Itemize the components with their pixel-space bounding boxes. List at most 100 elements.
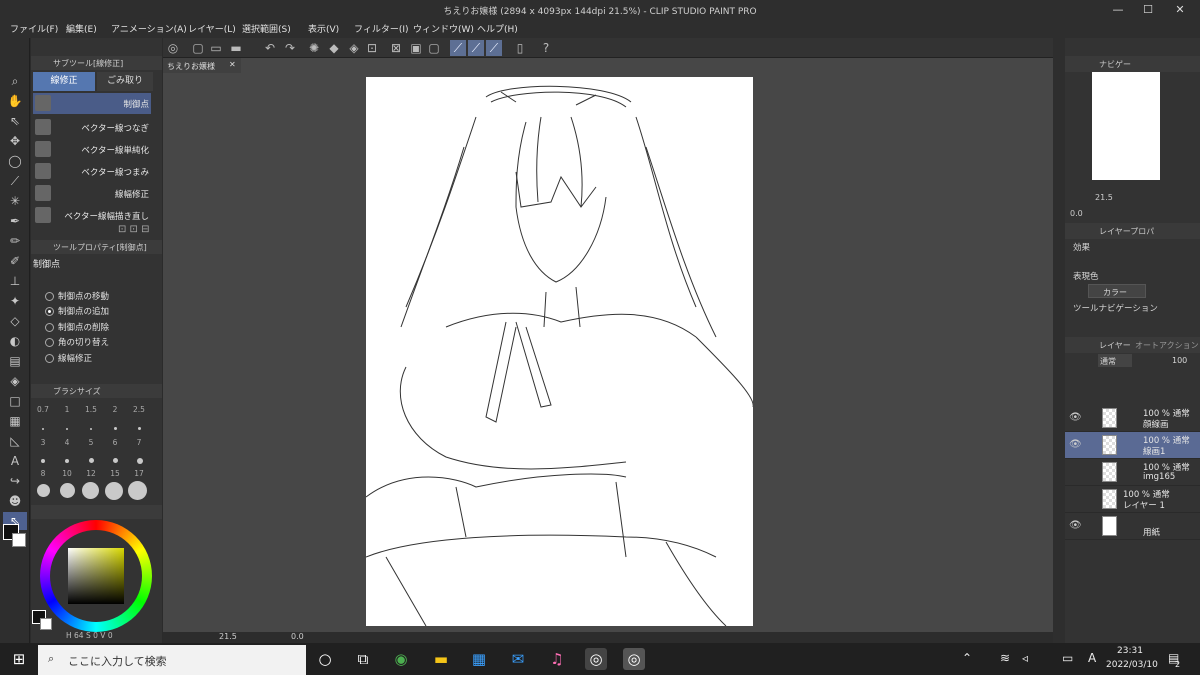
menu-window[interactable]: ウィンドウ(W) [413,22,474,35]
undo-icon[interactable]: ↶ [262,40,278,56]
deselect-icon[interactable]: ⊠ [388,40,404,56]
music-icon[interactable]: ♫ [546,648,568,670]
eye-icon[interactable]: 👁 [1069,412,1082,423]
gradient-tool-icon[interactable]: ▤ [3,352,27,370]
smartphone-icon[interactable]: ▯ [512,40,528,56]
menu-selection[interactable]: 選択範囲(S) [242,22,291,35]
menu-animation[interactable]: アニメーション(A) [111,22,187,35]
brush-size-cell[interactable]: 12 [81,469,101,478]
brush-size-cell[interactable]: 8 [33,469,53,478]
navigator-zoom[interactable]: 21.5 [1095,193,1113,202]
tab-correct-line[interactable]: 線修正 [33,72,95,91]
menu-view[interactable]: 表示(V) [308,22,339,35]
subtool-redraw-width[interactable]: ベクター線幅描き直し [33,205,151,226]
fill-icon[interactable]: ◈ [346,40,362,56]
menu-filter[interactable]: フィルター(I) [354,22,409,35]
clip-studio-launcher-icon[interactable]: ◎ [585,648,607,670]
taskbar-search[interactable]: ⌕ ここに入力して検索 [38,645,306,675]
tab-dust-removal[interactable]: ごみ取り [97,72,153,91]
blend-tool-icon[interactable]: ◐ [3,332,27,350]
frame-tool-icon[interactable]: ▦ [3,412,27,430]
sub-color-swatch[interactable] [12,533,26,547]
minimize-button[interactable]: — [1110,2,1126,18]
clock-time[interactable]: 23:31 [1117,646,1143,656]
tray-chevron-icon[interactable]: ⌃ [962,651,972,665]
explorer-icon[interactable]: ▬ [430,648,452,670]
ruler-tool-icon[interactable]: ◺ [3,432,27,450]
layer-row[interactable]: 👁 100 % 通常 線画1 [1065,432,1200,459]
lasso-tool-icon[interactable]: ◯ [3,152,27,170]
hand-tool-icon[interactable]: ✋ [3,92,27,110]
mail-icon[interactable]: ✉ [507,648,529,670]
brush-size-cell[interactable]: 1.5 [81,405,101,414]
opacity-value[interactable]: 100 [1172,356,1187,365]
clear-icon[interactable]: ◆ [326,40,342,56]
decoration-tool-icon[interactable]: ✦ [3,292,27,310]
layer-row[interactable]: 100 % 通常 レイヤー 1 [1065,486,1200,513]
chrome-icon[interactable]: ◉ [390,648,412,670]
layer-property-tab[interactable]: レイヤープロパ [1065,223,1200,239]
eye-icon[interactable]: 👁 [1069,520,1082,531]
menu-file[interactable]: ファイル(F) [10,22,58,35]
brush-size-cell[interactable]: 2.5 [129,405,149,414]
airbrush-tool-icon[interactable]: ⊥ [3,272,27,290]
clip-studio-icon[interactable]: ◎ [165,40,181,56]
figure-tool-icon[interactable]: □ [3,392,27,410]
saturation-value-square[interactable] [68,548,124,604]
menu-edit[interactable]: 編集(E) [66,22,97,35]
snap-special-ruler-icon[interactable]: ⟋ [468,40,484,56]
color-bg-swatch[interactable] [40,618,52,630]
option-toggle-corner[interactable]: 角の切り替え [45,335,145,349]
loading-icon[interactable]: ✺ [306,40,322,56]
fill-tool-icon[interactable]: ◈ [3,372,27,390]
open-folder-icon[interactable]: ▭ [208,40,224,56]
pen-tool-icon[interactable]: ✒ [3,212,27,230]
task-view-icon[interactable]: ⧉ [352,648,374,670]
angle-readout[interactable]: 0.0 [291,632,304,641]
layer-row[interactable]: 👁 100 % 通常 顔線画 [1065,405,1200,432]
ime-indicator[interactable]: A [1088,651,1096,665]
snap-ruler-icon[interactable]: ⟋ [450,40,466,56]
cortana-icon[interactable]: ○ [314,648,336,670]
navigator-angle[interactable]: 0.0 [1070,209,1083,218]
keyboard-icon[interactable]: ▭ [1062,651,1073,665]
subtool-pinch-vector[interactable]: ベクター線つまみ [33,161,151,182]
operation-tool-icon[interactable]: ⇖ [3,112,27,130]
subtool-actions[interactable]: ⊡ ⊡ ⊟ [118,224,150,235]
document-tab[interactable]: ちえりお嬢様 ✕ [163,58,241,73]
brush-size-cell[interactable]: 0.7 [33,405,53,414]
eraser-tool-icon[interactable]: ◇ [3,312,27,330]
avatar-icon[interactable]: ☻ [3,492,27,510]
subtool-control-point[interactable]: 制御点 [33,93,151,114]
brush-size-cell[interactable]: 4 [57,438,77,447]
clip-studio-paint-icon[interactable]: ◎ [623,648,645,670]
menu-help[interactable]: ヘルプ(H) [477,22,518,35]
brush-size-cell[interactable]: 1 [57,405,77,414]
brush-size-cell[interactable]: 15 [105,469,125,478]
zoom-tool-icon[interactable]: ⌕ [3,72,27,90]
option-delete-point[interactable]: 制御点の削除 [45,320,145,334]
snap-grid-icon[interactable]: ⟋ [486,40,502,56]
zoom-readout[interactable]: 21.5 [219,632,237,641]
menu-layer[interactable]: レイヤー(L) [188,22,236,35]
option-move-point[interactable]: 制御点の移動 [45,289,145,303]
layer-row[interactable]: 100 % 通常 img165 [1065,459,1200,486]
windows-start-icon[interactable]: ⊞ [8,648,30,670]
blend-mode-select[interactable]: 通常 [1098,354,1132,367]
eye-icon[interactable]: 👁 [1069,439,1082,450]
brush-size-cell[interactable]: 3 [33,438,53,447]
brush-tool-icon[interactable]: ✐ [3,252,27,270]
balloon-tool-icon[interactable]: ↪ [3,472,27,490]
clock-date[interactable]: 2022/03/10 [1106,660,1158,670]
brush-size-cell[interactable]: 10 [57,469,77,478]
subtool-line-width[interactable]: 線幅修正 [33,183,151,204]
layer-tab[interactable]: レイヤー オートアクション [1065,337,1200,353]
option-line-width[interactable]: 線幅修正 [45,351,145,365]
navigator-preview[interactable] [1092,72,1160,180]
maximize-button[interactable]: ☐ [1140,2,1156,18]
subtool-simplify-vector[interactable]: ベクター線単純化 [33,139,151,160]
canvas-paper[interactable] [365,77,754,627]
magic-wand-icon[interactable]: ✳ [3,192,27,210]
pencil-tool-icon[interactable]: ✏ [3,232,27,250]
close-window-button[interactable]: ✕ [1172,2,1188,18]
